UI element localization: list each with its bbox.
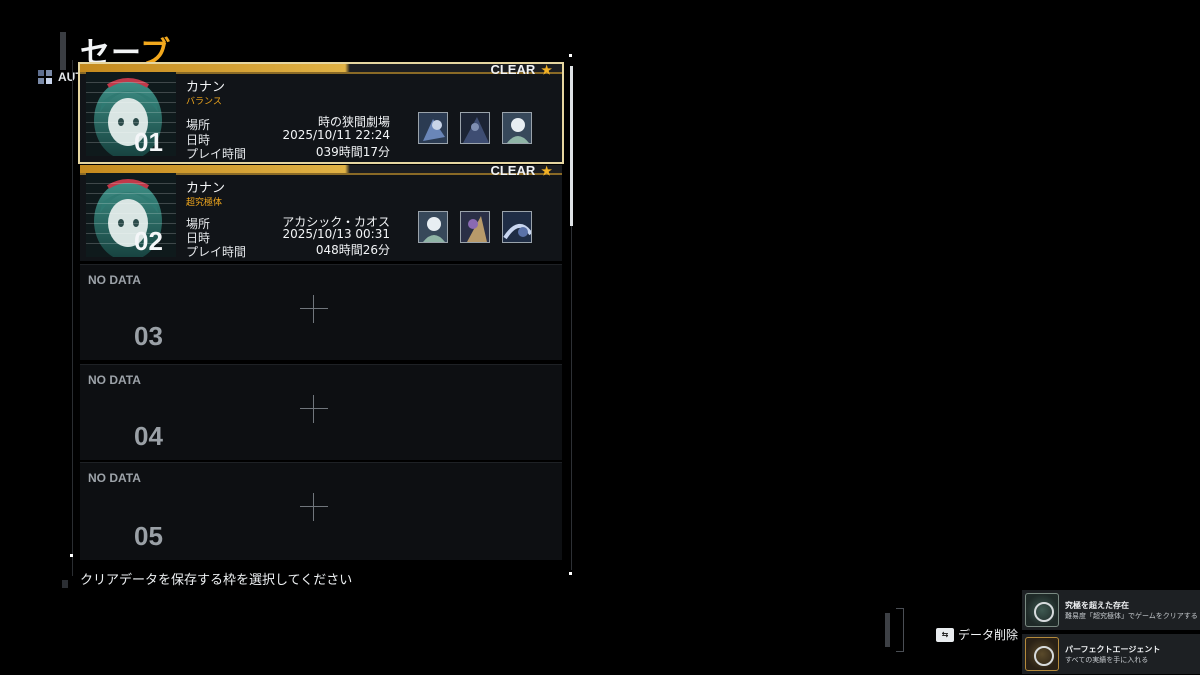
playtime-value: 039時間17分 [315, 145, 390, 159]
datetime-value: 2025/10/11 22:24 [282, 128, 390, 142]
help-text: クリアデータを保存する枠を選択してください [80, 573, 353, 588]
trophy-title: 究極を超えた存在 [1065, 600, 1129, 610]
save-slot-04[interactable]: NO DATA 04 [80, 364, 562, 460]
slot-number: 01 [134, 127, 163, 157]
save-slot-02[interactable]: CLEAR ★ 02 カナン 超究極体 場所 日時 プレイ時間 アカシック・カオス… [80, 163, 562, 261]
save-slot-03[interactable]: NO DATA 03 [80, 264, 562, 360]
footer-decoration [896, 608, 904, 652]
trophy-agent-icon [1025, 637, 1059, 671]
panel-corner [569, 54, 572, 57]
difficulty-label: バランス [186, 97, 222, 107]
trophy-notification: パーフェクトエージェント すべての実績を手に入れる [1022, 634, 1200, 674]
no-data-label: NO DATA [88, 471, 141, 485]
trophy-description: 難易度「超究極体」でゲームをクリアする [1065, 611, 1198, 620]
no-data-label: NO DATA [88, 373, 141, 387]
delete-data-label: データ削除 [958, 628, 1019, 642]
slot-number: 05 [134, 521, 163, 551]
trophy-notification: 究極を超えた存在 難易度「超究極体」でゲームをクリアする [1022, 590, 1200, 630]
character-name: カナン [186, 80, 226, 95]
datetime-value: 2025/10/13 00:31 [282, 227, 390, 241]
party-member-icon [502, 112, 532, 144]
trophy-title: パーフェクトエージェント [1065, 644, 1161, 654]
no-data-label: NO DATA [88, 273, 141, 287]
party-member-icon [460, 211, 490, 243]
add-icon [300, 493, 328, 521]
party-member-icon [418, 112, 448, 144]
party-members [418, 112, 532, 144]
help-decoration [62, 580, 68, 588]
swap-key-icon: ⇆ [936, 627, 954, 642]
character-name: カナン [186, 181, 226, 196]
star-icon: ★ [541, 62, 552, 77]
party-member-icon [460, 112, 490, 144]
title-decoration [60, 32, 66, 70]
playtime-label: プレイ時間 [186, 147, 247, 161]
star-icon: ★ [541, 163, 552, 178]
add-icon [300, 395, 328, 423]
slot-number: 02 [134, 226, 163, 256]
clear-badge: CLEAR ★ [490, 163, 552, 178]
party-member-icon [418, 211, 448, 243]
trophy-description: すべての実績を手に入れる [1065, 655, 1149, 664]
party-member-icon [502, 211, 532, 243]
save-slot-01[interactable]: CLEAR ★ 01 カナン バランス 場所 日時 プレイ時間 時の狭間劇場 20… [78, 62, 564, 164]
difficulty-label: 超究極体 [186, 198, 223, 208]
playtime-label: プレイ時間 [186, 245, 247, 259]
panel-corner [569, 572, 572, 575]
playtime-value: 048時間26分 [315, 243, 390, 257]
trophy-badge-icon [1025, 593, 1059, 627]
party-members [418, 211, 532, 243]
scrollbar-thumb[interactable] [570, 66, 573, 226]
delete-data-button[interactable]: ⇆ データ削除 [936, 626, 1018, 643]
autosave-icon [38, 70, 52, 84]
slot-number: 04 [134, 421, 163, 451]
panel-corner [70, 554, 73, 557]
footer-decoration [885, 613, 890, 647]
clear-badge: CLEAR ★ [490, 62, 552, 77]
save-slot-05[interactable]: NO DATA 05 [80, 462, 562, 560]
add-icon [300, 295, 328, 323]
slot-number: 03 [134, 321, 163, 351]
